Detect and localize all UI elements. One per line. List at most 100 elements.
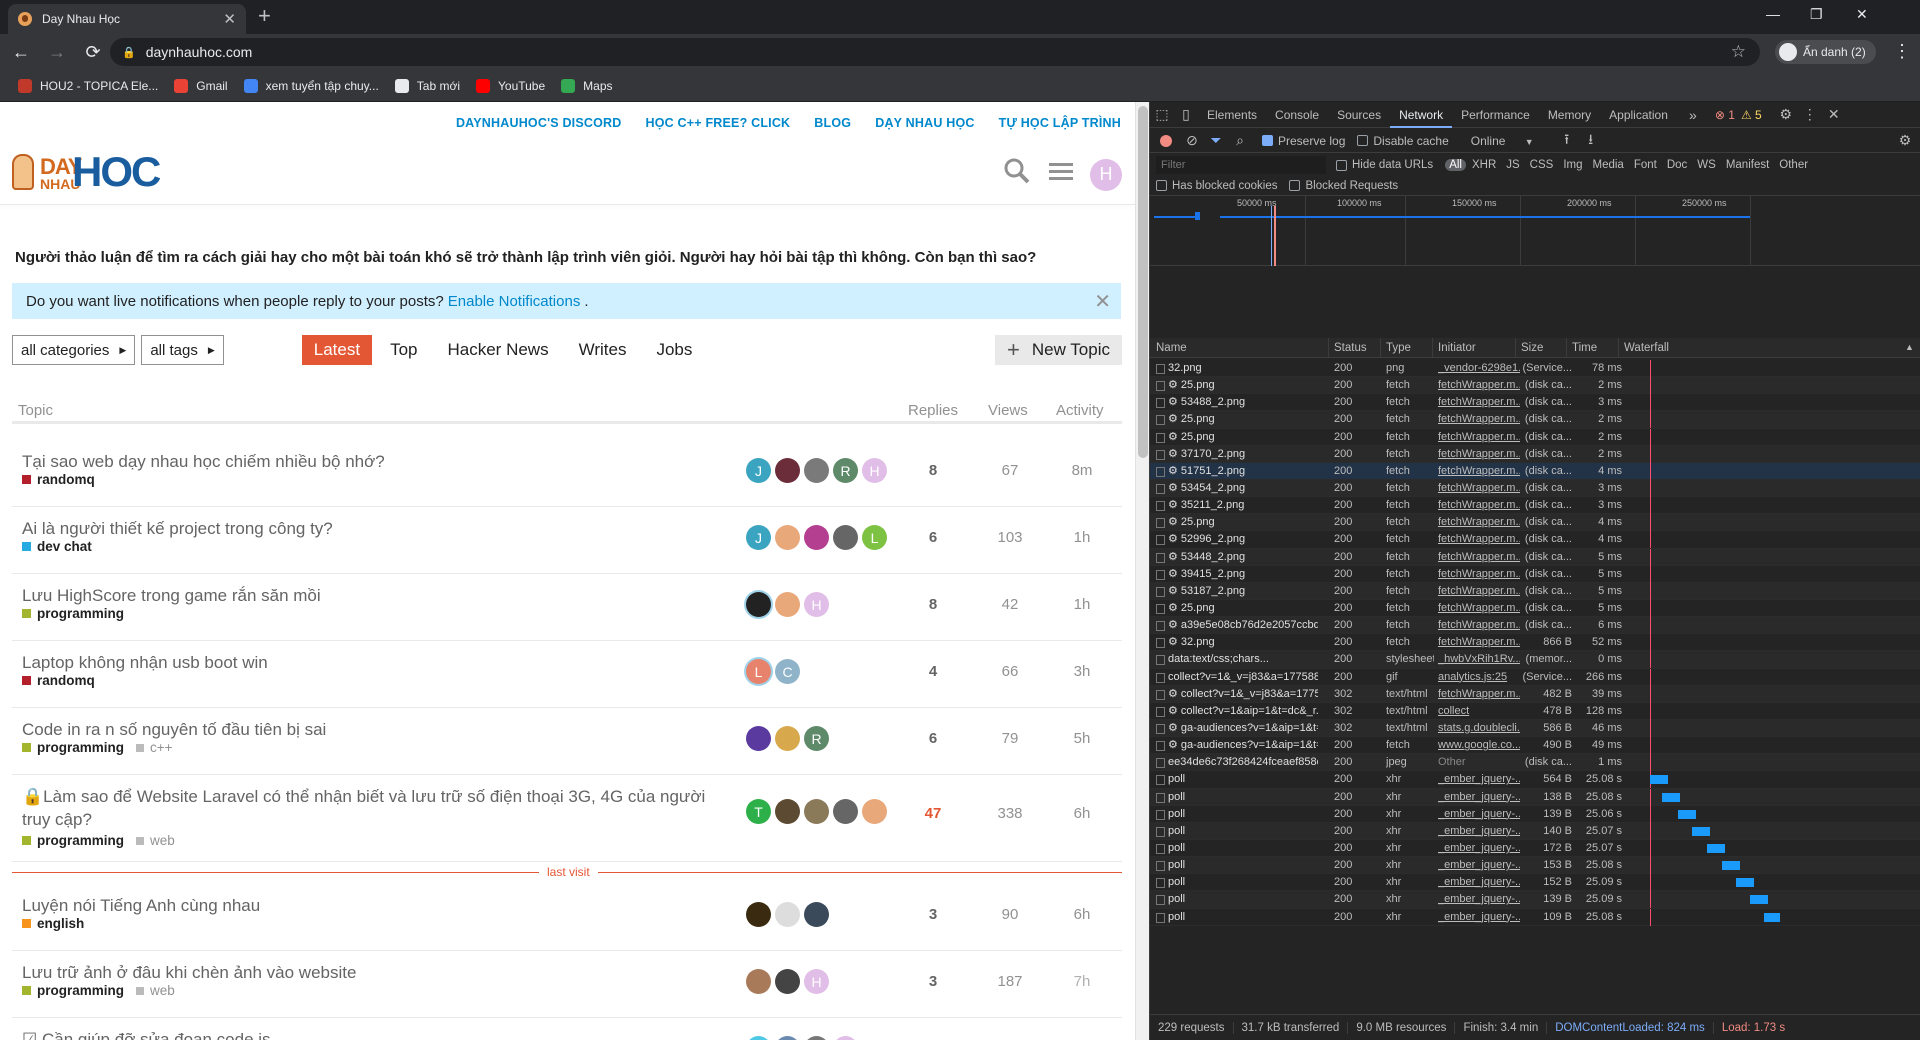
blocked-cookies-checkbox[interactable]: Has blocked cookies: [1156, 180, 1277, 192]
settings-gear-icon[interactable]: ⚙: [1774, 106, 1798, 123]
request-row[interactable]: ⚙ 53454_2.png 200 fetch fetchWrapper.m... (d…: [1150, 479, 1920, 498]
filter-input[interactable]: Filter: [1156, 156, 1326, 174]
new-tab-icon[interactable]: +: [258, 5, 271, 27]
warning-count-icon[interactable]: ⚠ 5: [1741, 108, 1762, 122]
reload-icon[interactable]: ⟳: [78, 42, 108, 63]
request-initiator[interactable]: _ember_jquery-...: [1438, 840, 1520, 857]
col-size[interactable]: Size: [1521, 342, 1543, 354]
devtools-tab-memory[interactable]: Memory: [1539, 102, 1600, 128]
bookmark-star-icon[interactable]: ☆: [1731, 42, 1746, 62]
request-initiator[interactable]: _vendor-6298e1...: [1438, 360, 1520, 377]
search-icon[interactable]: ⌕: [1228, 132, 1252, 149]
more-tabs-icon[interactable]: »: [1681, 107, 1705, 123]
poster-avatar[interactable]: H: [833, 1036, 858, 1040]
poster-avatar[interactable]: [746, 902, 771, 927]
poster-avatar[interactable]: [775, 458, 800, 483]
browser-tab[interactable]: Day Nhau Học ✕: [8, 4, 246, 34]
clear-icon[interactable]: ⊘: [1180, 132, 1204, 149]
poster-avatar[interactable]: H: [804, 592, 829, 617]
site-logo[interactable]: DAY NHAU HOC: [12, 148, 162, 195]
tab-jobs[interactable]: Jobs: [644, 335, 704, 365]
topic-row[interactable]: Tại sao web dạy nhau học chiếm nhiều bộ …: [12, 440, 1122, 507]
top-nav-link[interactable]: TỰ HỌC LẬP TRÌNH: [999, 116, 1121, 130]
topic-title[interactable]: Tại sao web dạy nhau học chiếm nhiều bộ …: [22, 450, 732, 473]
request-row[interactable]: ⚙ 32.png 200 fetch fetchWrapper.m... 866 B 52…: [1150, 634, 1920, 652]
hamburger-menu-icon[interactable]: [1046, 159, 1076, 190]
type-filter-css[interactable]: CSS: [1526, 159, 1558, 171]
activity-time[interactable]: 8m: [1052, 462, 1112, 479]
tab-top[interactable]: Top: [378, 335, 429, 365]
topic-category[interactable]: dev chat: [22, 539, 92, 554]
top-nav-link[interactable]: DAYNHAUHOC'S DISCORD: [456, 116, 622, 130]
topic-category[interactable]: randomq: [22, 673, 95, 688]
poster-avatar[interactable]: [804, 458, 829, 483]
bookmark-item[interactable]: YouTube: [476, 78, 545, 93]
topic-title[interactable]: Luyện nói Tiếng Anh cùng nhau: [22, 894, 732, 917]
col-status[interactable]: Status: [1334, 342, 1367, 354]
poster-avatar[interactable]: [775, 969, 800, 994]
reply-count[interactable]: 3: [903, 973, 963, 990]
poster-avatar[interactable]: [804, 1036, 829, 1040]
bookmark-item[interactable]: Maps: [561, 78, 613, 93]
hide-data-urls-checkbox[interactable]: Hide data URLs: [1336, 159, 1433, 171]
type-filter-img[interactable]: Img: [1559, 159, 1586, 171]
devtools-tab-sources[interactable]: Sources: [1328, 102, 1390, 128]
request-initiator[interactable]: collect: [1438, 703, 1520, 720]
request-row[interactable]: ⚙ collect?v=1&aip=1&t=dc&_r... 302 text/ht…: [1150, 702, 1920, 720]
type-filter-js[interactable]: JS: [1502, 159, 1523, 171]
request-row[interactable]: ⚙ 35211_2.png 200 fetch fetchWrapper.m... (d…: [1150, 497, 1920, 515]
topic-row[interactable]: Code in ra n số nguyên tố đầu tiên bị sa…: [12, 708, 1122, 775]
topic-category[interactable]: randomq: [22, 472, 95, 487]
reply-count[interactable]: 6: [903, 529, 963, 546]
request-initiator[interactable]: www.google.co...: [1438, 737, 1520, 754]
topic-title[interactable]: ☑ Cần giúp đỡ sửa đoạn code js: [22, 1028, 732, 1040]
request-initiator[interactable]: _ember_jquery-...: [1438, 823, 1520, 840]
poster-avatar[interactable]: M: [746, 1036, 771, 1040]
type-filter-media[interactable]: Media: [1589, 159, 1628, 171]
top-nav-link[interactable]: DẠY NHAU HỌC: [875, 116, 974, 130]
activity-time[interactable]: 1h: [1052, 596, 1112, 613]
poster-avatar[interactable]: [833, 525, 858, 550]
topic-category[interactable]: programming web: [22, 983, 175, 998]
topic-row[interactable]: Laptop không nhận usb boot win randomq L C 4…: [12, 641, 1122, 708]
poster-avatar[interactable]: [804, 799, 829, 824]
request-initiator[interactable]: fetchWrapper.m...: [1438, 566, 1520, 583]
reply-count[interactable]: 47: [903, 805, 963, 822]
request-row[interactable]: poll 200 xhr _ember_jquery-... 564 B 25.08 s: [1150, 771, 1920, 789]
request-initiator[interactable]: fetchWrapper.m...: [1438, 686, 1520, 703]
topic-tag[interactable]: c++: [136, 740, 173, 755]
topic-row[interactable]: Ai là người thiết kế project trong công …: [12, 507, 1122, 574]
poster-avatar[interactable]: [775, 592, 800, 617]
poster-avatar[interactable]: [833, 799, 858, 824]
type-filter-xhr[interactable]: XHR: [1468, 159, 1500, 171]
request-row[interactable]: ⚙ 39415_2.png 200 fetch fetchWrapper.m... (d…: [1150, 565, 1920, 583]
col-views[interactable]: Views: [988, 402, 1028, 419]
poster-avatar[interactable]: H: [862, 458, 887, 483]
request-initiator[interactable]: fetchWrapper.m...: [1438, 446, 1520, 463]
poster-avatar[interactable]: [804, 902, 829, 927]
topic-row[interactable]: 🔒Làm sao để Website Laravel có thể nhận …: [12, 775, 1122, 862]
scrollbar-thumb[interactable]: [1138, 106, 1148, 458]
devtools-tab-elements[interactable]: Elements: [1198, 102, 1266, 128]
request-row[interactable]: ⚙ 53187_2.png 200 fetch fetchWrapper.m... (d…: [1150, 582, 1920, 600]
request-initiator[interactable]: fetchWrapper.m...: [1438, 634, 1520, 651]
topic-row[interactable]: Lưu trữ ảnh ở đâu khi chèn ảnh vào websi…: [12, 951, 1122, 1018]
col-replies[interactable]: Replies: [908, 402, 958, 419]
topic-category[interactable]: english: [22, 916, 84, 931]
type-filter-manifest[interactable]: Manifest: [1722, 159, 1773, 171]
tab-latest[interactable]: Latest: [301, 335, 373, 365]
type-filter-all[interactable]: All: [1445, 159, 1466, 171]
tags-dropdown[interactable]: all tags ▶: [141, 335, 224, 365]
poster-avatar[interactable]: [804, 525, 829, 550]
forward-icon[interactable]: →: [42, 42, 72, 63]
record-icon[interactable]: [1160, 134, 1172, 147]
request-row[interactable]: poll 200 xhr _ember_jquery-... 140 B 25.07 s: [1150, 822, 1920, 840]
bookmark-item[interactable]: HOU2 - TOPICA Ele...: [18, 78, 158, 93]
col-waterfall[interactable]: Waterfall: [1624, 342, 1669, 354]
request-row[interactable]: 32.png 200 png _vendor-6298e1... (Service...…: [1150, 360, 1920, 378]
request-initiator[interactable]: _ember_jquery-...: [1438, 789, 1520, 806]
request-row[interactable]: data:text/css;chars... 200 stylesheet _hwbV…: [1150, 651, 1920, 669]
type-filter-font[interactable]: Font: [1630, 159, 1661, 171]
poster-avatar[interactable]: H: [804, 969, 829, 994]
devtools-tab-application[interactable]: Application: [1600, 102, 1677, 128]
